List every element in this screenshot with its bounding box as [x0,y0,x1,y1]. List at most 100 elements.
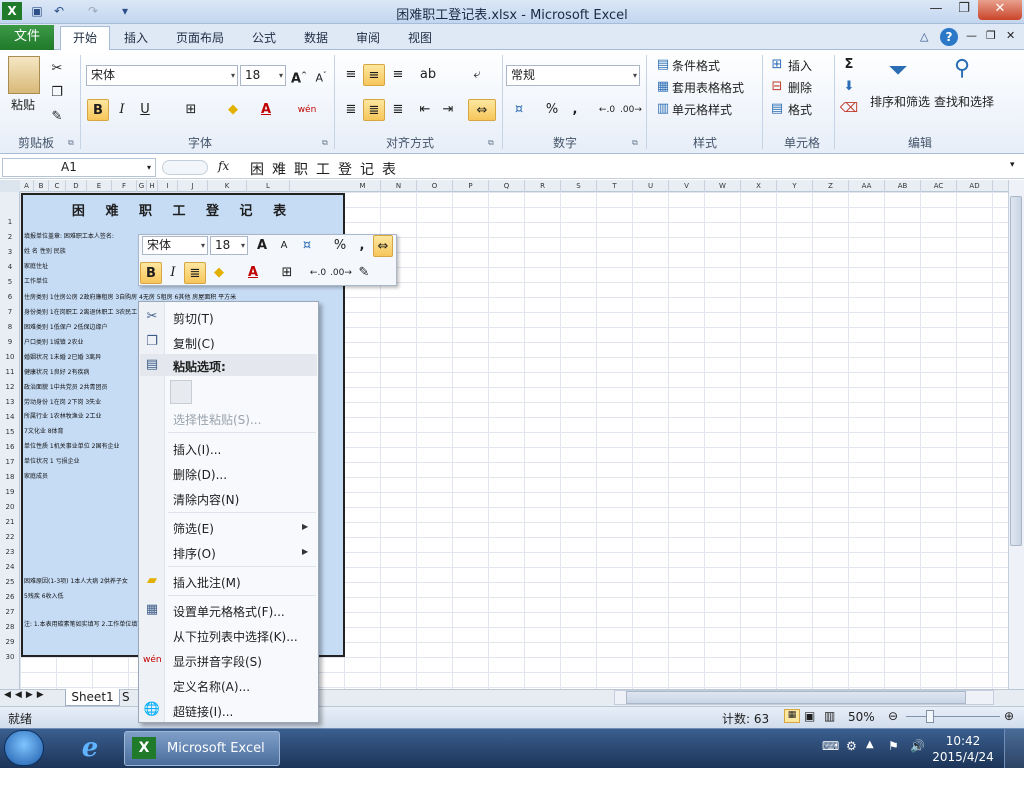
sort-filter-button[interactable]: 排序和筛选 [870,93,930,110]
column-header[interactable]: W [705,180,741,192]
ime-icon[interactable]: ⚙ [846,739,857,753]
insert-cells-button[interactable]: 插入 [788,57,812,74]
sort-filter-icon[interactable]: ⏷ [882,56,914,86]
font-size-combo[interactable]: 18 ▾ [240,65,286,86]
row-header[interactable]: 8 [0,323,20,331]
mini-decrease-decimal-icon[interactable]: .00→ [330,262,352,284]
name-box[interactable]: A1 ▾ [2,158,156,177]
tab-file[interactable]: 文件 [0,25,54,50]
sheet-tab-sheet1[interactable]: Sheet1 [65,689,120,706]
row-header[interactable]: 17 [0,458,20,466]
mini-merge-icon[interactable]: ⇔ [373,235,393,257]
column-header[interactable]: A [20,180,34,192]
column-header[interactable]: U [633,180,669,192]
row-header[interactable]: 21 [0,518,20,526]
column-header[interactable]: G [137,180,147,192]
row-header[interactable]: 28 [0,623,20,631]
column-header[interactable]: I [158,180,178,192]
orientation-icon[interactable]: ab [417,64,439,86]
row-header[interactable]: 26 [0,593,20,601]
menu-item-phonetic[interactable]: 显示拼音字段(S) [173,653,262,670]
column-header[interactable]: Z [813,180,849,192]
pinyin-icon[interactable]: wén [296,99,318,121]
column-header[interactable]: P [453,180,489,192]
column-header[interactable]: T [597,180,633,192]
column-header[interactable]: F [112,180,137,192]
horizontal-scroll-thumb[interactable] [626,691,966,704]
menu-item-copy[interactable]: 复制(C) [173,335,215,352]
table-format-button[interactable]: 套用表格格式 [672,79,744,96]
formula-input[interactable]: 困难职工登记表 [250,159,404,179]
tab-home[interactable]: 开始 [60,26,110,51]
increase-decimal-icon[interactable]: ←.0 [596,99,618,121]
menu-item-cut[interactable]: 剪切(T) [173,310,214,327]
format-cells-icon[interactable]: ▤ [766,98,788,120]
zoom-slider-thumb[interactable] [926,710,934,723]
row-header[interactable]: 10 [0,353,20,361]
borders-icon[interactable]: ⊞ [180,99,202,121]
doc-restore-icon[interactable]: ❐ [986,29,996,42]
underline-button[interactable]: U [134,99,156,121]
start-button[interactable] [4,730,44,766]
internet-explorer-icon[interactable]: e [72,733,108,763]
keyboard-icon[interactable]: ⌨ [822,739,839,753]
cell-styles-button[interactable]: 单元格样式 [672,101,732,118]
tab-insert[interactable]: 插入 [118,29,154,49]
find-select-button[interactable]: 查找和选择 [934,93,994,110]
merge-center-icon[interactable]: ⇔ [468,99,496,121]
bold-button[interactable]: B [87,99,109,121]
page-break-view-icon[interactable]: ▥ [824,709,835,723]
column-header[interactable]: B [34,180,49,192]
column-header[interactable]: J [178,180,208,192]
autosum-button[interactable]: Σ [838,54,860,76]
close-icon[interactable]: ✕ [978,0,1022,20]
tab-formulas[interactable]: 公式 [246,29,282,49]
zoom-out-icon[interactable]: ⊖ [888,709,898,723]
menu-item-sort[interactable]: 排序(O) [173,545,216,562]
row-header[interactable]: 14 [0,413,20,421]
column-header[interactable]: K [208,180,247,192]
align-bottom-icon[interactable]: ≡ [387,64,409,86]
sheet-tab-s2[interactable]: S [122,690,130,704]
conditional-format-icon[interactable]: ▤ [652,54,674,76]
table-format-icon[interactable]: ▦ [652,76,674,98]
column-header[interactable]: M [345,180,381,192]
row-header[interactable]: 2 [0,233,20,241]
paste-icon[interactable] [8,56,40,94]
shrink-font-icon[interactable]: A˅ [310,64,332,86]
mini-currency-icon[interactable]: ¤ [296,235,318,257]
align-right-icon[interactable]: ≣ [387,99,409,121]
select-all-button[interactable] [0,180,20,192]
fill-icon[interactable]: ⬇ [838,76,860,98]
row-header[interactable]: 6 [0,293,20,301]
doc-close-icon[interactable]: ✕ [1006,29,1015,42]
row-header[interactable]: 5 [0,278,20,286]
column-header[interactable]: C [49,180,66,192]
row-header[interactable]: 19 [0,488,20,496]
decrease-indent-icon[interactable]: ⇤ [414,99,436,121]
row-header[interactable]: 16 [0,443,20,451]
mini-italic-button[interactable]: I [162,262,184,284]
restore-icon[interactable]: ❐ [950,0,978,20]
mini-font-color-button[interactable]: A [242,262,264,284]
row-header[interactable]: 12 [0,383,20,391]
row-header[interactable]: 27 [0,608,20,616]
page-layout-view-icon[interactable]: ▣ [804,709,815,723]
align-center-icon[interactable]: ≣ [363,99,385,121]
mini-size-combo[interactable]: 18 ▾ [210,236,248,255]
tray-expand-icon[interactable]: ▲ [866,739,874,750]
menu-item-paste-special[interactable]: 选择性粘贴(S)... [173,411,261,428]
align-middle-icon[interactable]: ≡ [363,64,385,86]
font-color-button[interactable]: A [255,99,277,121]
increase-indent-icon[interactable]: ⇥ [437,99,459,121]
mini-increase-decimal-icon[interactable]: ←.0 [307,262,329,284]
dialog-launcher-icon[interactable]: ⧉ [488,138,494,148]
tab-review[interactable]: 审阅 [350,29,386,49]
cut-icon[interactable]: ✂ [46,58,68,80]
mini-format-painter-icon[interactable]: ✎ [353,262,375,284]
clear-icon[interactable]: ⌫ [838,98,860,120]
vertical-scroll-thumb[interactable] [1010,196,1022,546]
column-header[interactable]: N [381,180,417,192]
row-header[interactable]: 22 [0,533,20,541]
mini-shrink-font-icon[interactable]: A [273,235,295,257]
